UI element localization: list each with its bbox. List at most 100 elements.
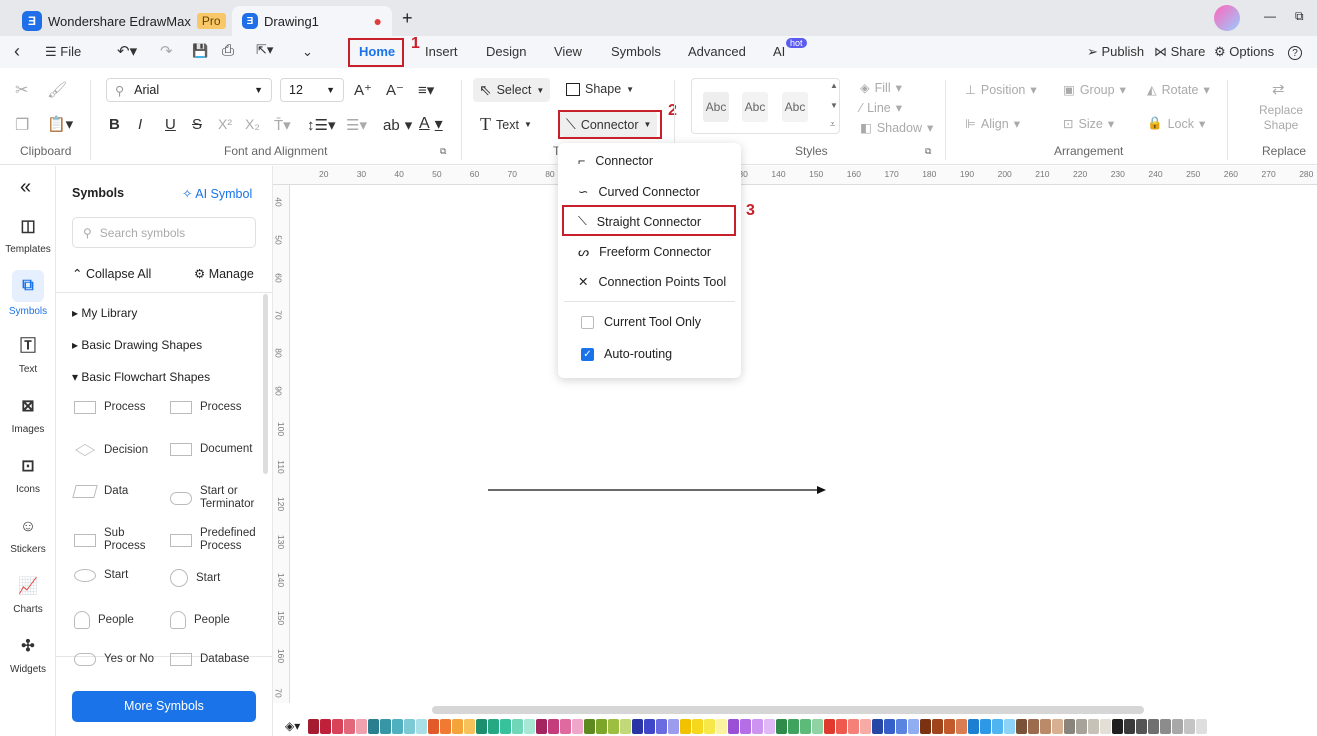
color-swatch[interactable] <box>608 718 619 734</box>
export-icon[interactable]: ⇱▾ <box>256 42 273 58</box>
color-swatch[interactable] <box>836 718 847 734</box>
app-tab[interactable]: Ǝ Wondershare EdrawMax Pro <box>12 6 236 36</box>
align-button[interactable]: ⊫ Align ▾ <box>965 116 1020 132</box>
color-swatch[interactable] <box>932 718 943 734</box>
color-swatch[interactable] <box>476 718 487 734</box>
font-color-button[interactable]: A ▾ <box>419 114 443 134</box>
library-basic-flowchart-shapes[interactable]: ▾ Basic Flowchart Shapes <box>72 370 210 384</box>
font-size-select[interactable]: 12 ▼ <box>280 78 344 102</box>
nav-images[interactable]: ⊠ Images <box>0 394 56 435</box>
color-swatch[interactable] <box>596 718 607 734</box>
color-swatch[interactable] <box>1016 718 1027 734</box>
scroll-down-icon[interactable]: ▼ <box>830 101 838 110</box>
color-swatch[interactable] <box>344 718 355 734</box>
collapse-all-button[interactable]: ⌃ Collapse All <box>72 266 151 281</box>
color-swatch[interactable] <box>356 718 367 734</box>
shape-item[interactable]: Database <box>170 653 249 666</box>
current-tool-only-checkbox[interactable]: Current Tool Only <box>581 315 701 329</box>
color-swatch[interactable] <box>524 718 535 734</box>
color-swatch[interactable] <box>1160 718 1171 734</box>
lock-button[interactable]: 🔒 Lock ▾ <box>1147 116 1205 131</box>
tab-design[interactable]: Design <box>486 44 526 59</box>
color-swatch[interactable] <box>980 718 991 734</box>
bullets-icon[interactable]: ☰▾ <box>346 116 367 134</box>
document-tab[interactable]: Ǝ Drawing1 ● <box>232 6 392 36</box>
more-quick-access-icon[interactable]: ⌄ <box>302 44 313 60</box>
color-swatch[interactable] <box>908 718 919 734</box>
minimize-button[interactable]: — <box>1264 9 1276 23</box>
shape-item[interactable]: People <box>170 611 230 629</box>
color-swatch[interactable] <box>452 718 463 734</box>
manage-button[interactable]: ⚙ Manage <box>194 266 254 281</box>
menu-item-connection-points-tool[interactable]: ✕ Connection Points Tool <box>578 274 726 290</box>
tab-view[interactable]: View <box>554 44 582 59</box>
italic-button[interactable]: I <box>138 116 142 133</box>
color-swatch[interactable] <box>752 718 763 734</box>
dialog-launcher-icon[interactable]: ⧉ <box>440 146 446 157</box>
color-swatch[interactable] <box>548 718 559 734</box>
paste-icon[interactable]: 📋▾ <box>47 115 73 133</box>
shape-item[interactable]: Yes or No <box>74 653 166 666</box>
undo-icon[interactable]: ↶▾ <box>117 42 137 60</box>
auto-routing-checkbox[interactable]: ✓ Auto-routing <box>581 347 672 361</box>
color-swatch[interactable] <box>1112 718 1123 734</box>
color-swatch[interactable] <box>620 718 631 734</box>
color-swatch[interactable] <box>944 718 955 734</box>
library-my-library[interactable]: ▸ My Library <box>72 306 137 320</box>
style-sample[interactable]: Abc <box>703 92 729 122</box>
text-highlight-button[interactable]: ab ▾ <box>383 116 412 135</box>
color-swatch[interactable] <box>380 718 391 734</box>
shape-item[interactable]: People <box>74 611 134 629</box>
color-swatch[interactable] <box>644 718 655 734</box>
color-swatch[interactable] <box>584 718 595 734</box>
size-button[interactable]: ⊡ Size ▾ <box>1063 116 1114 132</box>
help-button[interactable]: ? <box>1288 46 1302 60</box>
format-painter-icon[interactable]: 🖌 <box>47 80 67 100</box>
line-button[interactable]: ⁄ Line ▾ <box>860 100 902 116</box>
color-swatch[interactable] <box>512 718 523 734</box>
color-swatch[interactable] <box>1196 718 1207 734</box>
subscript-button[interactable]: X₂ <box>245 116 260 132</box>
menu-item-freeform-connector[interactable]: ᔕ Freeform Connector <box>578 244 711 260</box>
color-swatch[interactable] <box>464 718 475 734</box>
color-swatch[interactable] <box>392 718 403 734</box>
color-swatch[interactable] <box>1136 718 1147 734</box>
shape-tool-button[interactable]: Shape ▼ <box>566 82 634 96</box>
increase-font-button[interactable]: A⁺ <box>354 81 372 99</box>
color-swatch[interactable] <box>1028 718 1039 734</box>
nav-widgets[interactable]: ✣ Widgets <box>0 634 56 675</box>
horizontal-scrollbar[interactable] <box>432 706 1144 714</box>
panel-scrollbar[interactable] <box>263 294 268 474</box>
dialog-launcher-icon[interactable]: ⧉ <box>925 146 931 157</box>
library-basic-drawing-shapes[interactable]: ▸ Basic Drawing Shapes <box>72 338 202 352</box>
shape-item[interactable]: Decision <box>74 443 148 457</box>
color-swatch[interactable] <box>788 718 799 734</box>
tab-insert[interactable]: Insert <box>425 44 458 59</box>
text-tool-button[interactable]: T Text ▼ <box>480 114 532 135</box>
tab-ai[interactable]: AI <box>773 44 785 59</box>
shape-item[interactable]: Process <box>74 401 146 414</box>
color-swatch[interactable] <box>1088 718 1099 734</box>
color-swatch[interactable] <box>656 718 667 734</box>
decrease-font-button[interactable]: A⁻ <box>386 81 404 99</box>
color-swatch[interactable] <box>824 718 835 734</box>
color-swatch[interactable] <box>860 718 871 734</box>
share-button[interactable]: ⋈ Share <box>1154 44 1205 60</box>
color-swatch[interactable] <box>1172 718 1183 734</box>
nav-stickers[interactable]: ☺ Stickers <box>0 514 56 555</box>
file-menu[interactable]: ☰ File <box>45 44 81 60</box>
restore-button[interactable]: ⧉ <box>1295 9 1304 24</box>
replace-shape-button[interactable]: Replace Shape <box>1258 103 1304 133</box>
color-swatch[interactable] <box>848 718 859 734</box>
options-button[interactable]: ⚙ Options <box>1214 44 1274 60</box>
nav-charts[interactable]: 📈 Charts <box>0 574 56 615</box>
color-swatch[interactable] <box>428 718 439 734</box>
color-swatch[interactable] <box>368 718 379 734</box>
color-swatch[interactable] <box>776 718 787 734</box>
scroll-up-icon[interactable]: ▲ <box>830 81 838 90</box>
color-swatch[interactable] <box>920 718 931 734</box>
redo-icon[interactable]: ↷ <box>160 42 173 60</box>
menu-item-curved-connector[interactable]: ∽ Curved Connector <box>578 184 700 200</box>
style-sample[interactable]: Abc <box>742 92 768 122</box>
shape-item[interactable]: Data <box>72 485 128 498</box>
